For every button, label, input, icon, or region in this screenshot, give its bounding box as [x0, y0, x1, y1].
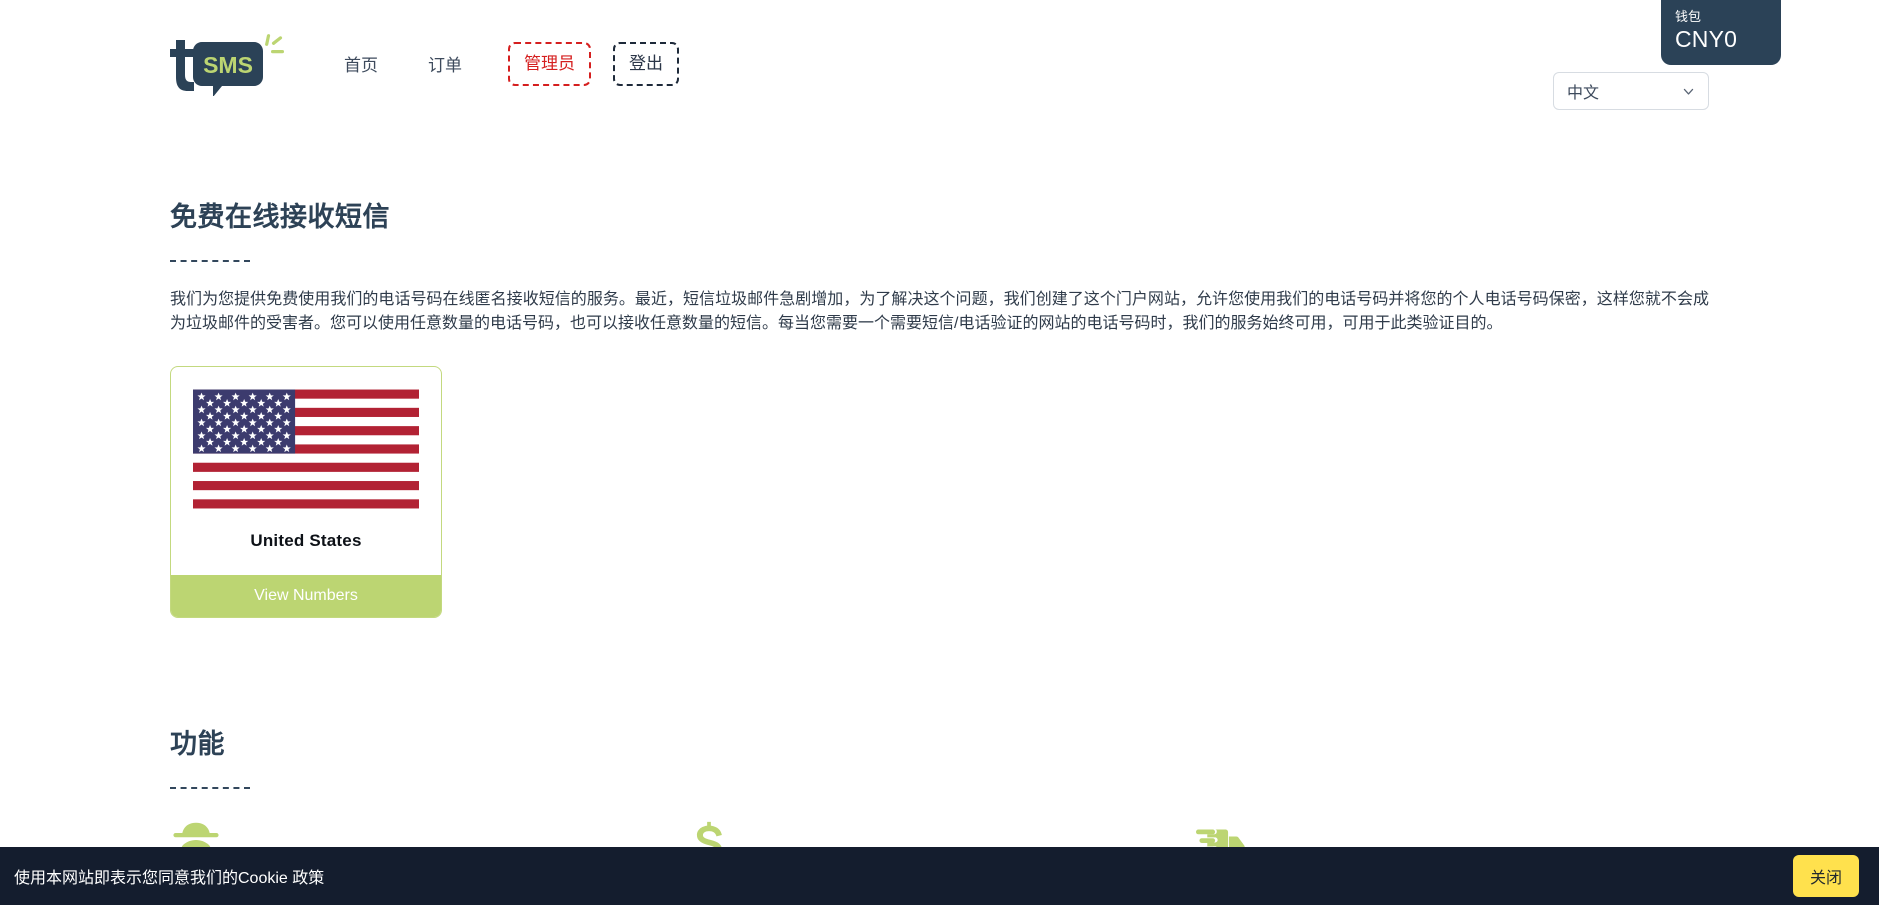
chevron-down-icon — [1682, 85, 1695, 98]
hero-paragraph: 我们为您提供免费使用我们的电话号码在线匿名接收短信的服务。最近，短信垃圾邮件急剧… — [170, 288, 1709, 336]
nav-item-orders[interactable]: 订单 — [424, 43, 466, 84]
language-selector[interactable]: 中文 — [1553, 72, 1709, 110]
title-divider — [170, 260, 250, 262]
country-cards: United States View Numbers — [170, 366, 1709, 618]
us-flag-icon — [193, 389, 419, 509]
main-nav: 首页 订单 管理员 登出 — [340, 42, 679, 86]
logo-tsms[interactable]: SMS — [170, 30, 288, 96]
language-selected-value: 中文 — [1567, 79, 1682, 103]
cookie-close-button[interactable]: 关闭 — [1793, 855, 1859, 897]
cookie-consent-text: 使用本网站即表示您同意我们的Cookie 政策 — [14, 864, 324, 888]
site-header: SMS 首页 订单 管理员 登出 中文 — [0, 0, 1879, 125]
view-numbers-button[interactable]: View Numbers — [171, 575, 441, 617]
page-title: 免费在线接收短信 — [170, 125, 1709, 234]
country-name: United States — [171, 509, 441, 575]
logo-icon: SMS — [170, 30, 288, 96]
cookie-consent-bar: 使用本网站即表示您同意我们的Cookie 政策 关闭 — [0, 847, 1879, 905]
features-title: 功能 — [170, 722, 1709, 761]
wallet-badge[interactable]: 钱包 CNY0 — [1661, 0, 1781, 65]
wallet-label: 钱包 — [1675, 8, 1767, 25]
wallet-amount: CNY0 — [1675, 25, 1767, 53]
features-divider — [170, 787, 250, 789]
nav-item-logout[interactable]: 登出 — [613, 42, 679, 86]
nav-item-home[interactable]: 首页 — [340, 43, 382, 84]
flag-wrapper — [171, 367, 441, 509]
nav-item-admin[interactable]: 管理员 — [508, 42, 591, 86]
country-card-united-states[interactable]: United States View Numbers — [170, 366, 442, 618]
page-root: SMS 首页 订单 管理员 登出 中文 免费在线接收短信 我们为您提供免费使用我… — [0, 0, 1879, 905]
main-content: 免费在线接收短信 我们为您提供免费使用我们的电话号码在线匿名接收短信的服务。最近… — [0, 125, 1879, 905]
svg-text:SMS: SMS — [203, 52, 253, 78]
